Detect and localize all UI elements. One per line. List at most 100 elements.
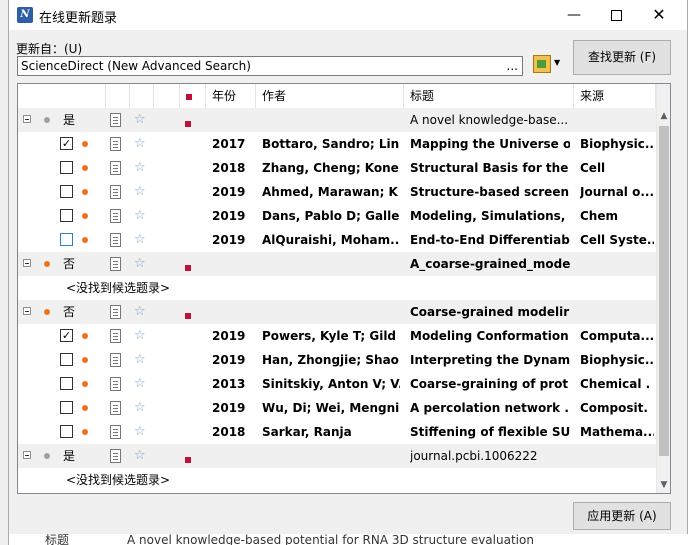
star-icon[interactable]: ☆ — [134, 156, 146, 180]
select-checkbox[interactable] — [60, 161, 73, 174]
cell-year: 2019 — [212, 185, 246, 199]
star-icon[interactable]: ☆ — [134, 372, 146, 396]
star-icon[interactable]: ☆ — [134, 108, 146, 132]
select-checkbox[interactable] — [60, 233, 73, 246]
document-icon — [110, 233, 121, 247]
select-checkbox[interactable] — [60, 209, 73, 222]
star-icon[interactable]: ☆ — [134, 420, 146, 444]
cell-author: Sinitskiy, Anton V; V. — [262, 377, 400, 391]
apply-updates-button[interactable]: 应用更新 (A) — [573, 502, 671, 530]
star-icon[interactable]: ☆ — [134, 204, 146, 228]
collapse-icon[interactable] — [23, 259, 31, 267]
cell-author: Wu, Di; Wei, Mengni — [262, 401, 400, 415]
group-row[interactable]: 是 ☆ A novel knowledge-base... — [18, 108, 656, 132]
document-icon — [110, 209, 121, 223]
star-icon[interactable]: ☆ — [134, 324, 146, 348]
status-dot-icon — [82, 237, 88, 243]
star-icon[interactable]: ☆ — [134, 180, 146, 204]
collapse-icon[interactable] — [23, 115, 31, 123]
update-references-dialog: N 在线更新题录 — ✕ 更新自：(U) ScienceDirect (New … — [8, 0, 688, 545]
select-checkbox[interactable] — [60, 185, 73, 198]
table-row[interactable]: ✓ ☆ 2019 Powers, Kyle T; Gild Modeling Confo… — [18, 324, 656, 348]
star-icon[interactable]: ☆ — [134, 228, 146, 252]
star-icon[interactable]: ☆ — [134, 444, 146, 468]
cell-year: 2019 — [212, 233, 246, 247]
star-icon[interactable]: ☆ — [134, 132, 146, 156]
header-flag[interactable] — [180, 84, 206, 108]
header-expand[interactable] — [18, 84, 106, 108]
document-icon — [110, 137, 121, 151]
document-icon — [110, 257, 121, 271]
scroll-up-icon[interactable]: ▲ — [657, 108, 670, 124]
star-icon[interactable]: ☆ — [134, 300, 146, 324]
cell-source: Cell — [580, 161, 606, 175]
match-status: 是 — [63, 449, 76, 463]
table-header: 年份 作者 标题 来源 — [18, 84, 656, 109]
close-button[interactable]: ✕ — [636, 0, 682, 30]
star-icon[interactable]: ☆ — [134, 396, 146, 420]
header-author[interactable]: 作者 — [256, 84, 404, 108]
select-checkbox[interactable] — [60, 377, 73, 390]
star-icon[interactable]: ☆ — [134, 252, 146, 276]
table-row[interactable]: ☆ 2019 Dans, Pablo D; Galle Modeling, Simul… — [18, 204, 656, 228]
table-row[interactable]: ☆ 2019 AlQuraishi, Moham... End-to-End Diff… — [18, 228, 656, 252]
group-row[interactable]: 是 ☆ journal.pcbi.1006222 — [18, 444, 656, 468]
vertical-scrollbar[interactable]: ▲ ▼ — [656, 84, 670, 493]
status-dot-icon — [44, 117, 50, 123]
cell-author: Powers, Kyle T; Gild — [262, 329, 397, 343]
cell-year: 2019 — [212, 401, 246, 415]
header-attachment[interactable] — [106, 84, 130, 108]
header-read[interactable] — [154, 84, 180, 108]
cell-source: Cell Syste... — [580, 233, 654, 247]
header-rating[interactable] — [130, 84, 154, 108]
flag-icon — [186, 94, 192, 100]
results-table: 年份 作者 标题 来源 是 ☆ A novel knowledge-base... ✓… — [17, 83, 671, 494]
cell-title: Modeling Conformation — [410, 329, 569, 343]
library-dropdown-button[interactable]: ▼ — [531, 53, 563, 77]
cell-source: Composit. — [580, 401, 648, 415]
cell-title: Structural Basis for the . — [410, 161, 570, 175]
source-value: ScienceDirect (New Advanced Search) — [21, 59, 251, 73]
table-row[interactable]: ☆ 2018 Zhang, Cheng; Kone Structural Basis … — [18, 156, 656, 180]
cell-author: Bottaro, Sandro; Lin — [262, 137, 400, 151]
source-field[interactable]: ScienceDirect (New Advanced Search) ... — [17, 56, 523, 76]
select-checkbox[interactable]: ✓ — [60, 137, 73, 150]
maximize-button[interactable] — [593, 0, 639, 30]
document-icon — [110, 377, 121, 391]
header-title[interactable]: 标题 — [404, 84, 574, 108]
cell-year: 2013 — [212, 377, 246, 391]
group-row[interactable]: 否 ☆ Coarse-grained modelir — [18, 300, 656, 324]
header-year[interactable]: 年份 — [206, 84, 256, 108]
table-row[interactable]: ☆ 2019 Wu, Di; Wei, Mengni A percolation ne… — [18, 396, 656, 420]
scroll-down-icon[interactable]: ▼ — [657, 477, 670, 493]
collapse-icon[interactable] — [23, 451, 31, 459]
no-candidate-row: <没找到候选题录> — [18, 276, 656, 300]
select-checkbox[interactable] — [60, 401, 73, 414]
collapse-icon[interactable] — [23, 307, 31, 315]
status-dot-icon — [44, 309, 50, 315]
select-checkbox[interactable] — [60, 353, 73, 366]
table-row[interactable]: ✓ ☆ 2017 Bottaro, Sandro; Lin Mapping the Un… — [18, 132, 656, 156]
no-candidate-text: <没找到候选题录> — [66, 281, 171, 295]
table-row[interactable]: ☆ 2019 Ahmed, Marawan; K Structure-based sc… — [18, 180, 656, 204]
star-icon[interactable]: ☆ — [134, 348, 146, 372]
update-from-label: 更新自：(U) — [16, 42, 83, 56]
status-dot-icon — [82, 357, 88, 363]
table-row[interactable]: ☆ 2018 Sarkar, Ranja Stiffening of flexible… — [18, 420, 656, 444]
cell-author: Han, Zhongjie; Shao — [262, 353, 399, 367]
document-icon — [110, 353, 121, 367]
check-updates-button[interactable]: 查找更新 (F) — [573, 40, 671, 75]
cell-author: Dans, Pablo D; Galle — [262, 209, 400, 223]
table-row[interactable]: ☆ 2019 Han, Zhongjie; Shao Interpreting the… — [18, 348, 656, 372]
select-checkbox[interactable] — [60, 425, 73, 438]
table-row[interactable]: ☆ 2013 Sinitskiy, Anton V; V. Coarse-graini… — [18, 372, 656, 396]
select-checkbox[interactable]: ✓ — [60, 329, 73, 342]
header-source[interactable]: 来源 — [574, 84, 656, 108]
group-row[interactable]: 否 ☆ A_coarse-grained_mode — [18, 252, 656, 276]
window-title: 在线更新题录 — [39, 11, 118, 26]
minimize-button[interactable]: — — [551, 0, 597, 30]
status-dot-icon — [82, 165, 88, 171]
browse-source-button[interactable]: ... — [507, 58, 518, 74]
cell-title: End-to-End Differentiab — [410, 233, 570, 247]
scroll-thumb[interactable] — [659, 126, 669, 456]
